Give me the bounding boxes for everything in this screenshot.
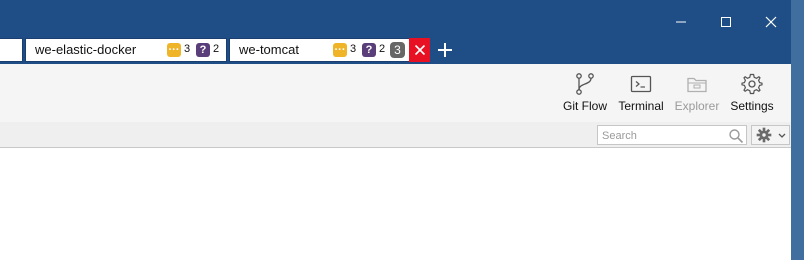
tab-title: we-elastic-docker	[35, 42, 137, 57]
minimize-icon	[676, 21, 686, 23]
settings-label: Settings	[730, 99, 774, 113]
options-dropdown-button[interactable]	[751, 125, 790, 145]
search-icon[interactable]	[728, 128, 744, 144]
ellipsis-icon: ···	[333, 43, 347, 57]
explorer-label: Explorer	[674, 99, 720, 113]
main-content-area	[0, 148, 791, 260]
minimize-button[interactable]	[669, 10, 693, 34]
maximize-icon	[721, 17, 731, 27]
repo-tab-partial[interactable]	[0, 38, 23, 62]
explorer-button[interactable]: Explorer	[672, 70, 722, 120]
pending-count: 3	[350, 43, 357, 55]
close-icon	[765, 16, 777, 28]
question-icon: ?	[196, 43, 210, 57]
ellipsis-icon: ···	[167, 43, 181, 57]
search-input[interactable]	[602, 128, 724, 144]
toolbar: Git Flow Terminal Explorer Settings	[0, 64, 791, 123]
search-box	[597, 125, 747, 145]
maximize-button[interactable]	[714, 10, 738, 34]
question-icon: ?	[362, 43, 376, 57]
terminal-label: Terminal	[618, 99, 664, 113]
search-bar-row	[0, 122, 791, 148]
repo-tab-we-elastic-docker[interactable]: we-elastic-docker ··· 3 ? 2	[25, 38, 227, 62]
settings-button[interactable]: Settings	[726, 70, 778, 120]
chevron-down-icon	[778, 133, 786, 138]
git-flow-icon	[576, 73, 594, 95]
close-icon	[414, 44, 425, 56]
folder-icon	[687, 77, 707, 93]
gear-icon	[756, 127, 772, 143]
untracked-count: 2	[213, 43, 220, 55]
repo-tab-we-tomcat[interactable]: we-tomcat ··· 3 ? 2 3	[229, 38, 430, 62]
pending-count: 3	[184, 43, 191, 55]
untracked-count: 2	[379, 43, 386, 55]
git-flow-button[interactable]: Git Flow	[558, 70, 612, 120]
terminal-button[interactable]: Terminal	[614, 70, 668, 120]
new-tab-button[interactable]	[436, 41, 454, 59]
window-close-button[interactable]	[759, 10, 783, 34]
title-bar: we-elastic-docker ··· 3 ? 2 we-tomcat ··…	[0, 0, 791, 64]
gear-icon	[741, 73, 763, 95]
tab-title: we-tomcat	[239, 42, 299, 57]
git-flow-label: Git Flow	[562, 99, 607, 113]
tab-close-button[interactable]	[409, 38, 430, 62]
app-window: we-elastic-docker ··· 3 ? 2 we-tomcat ··…	[0, 0, 791, 260]
terminal-icon	[630, 75, 652, 93]
stash-count-badge: 3	[390, 42, 405, 58]
plus-icon	[438, 43, 452, 57]
